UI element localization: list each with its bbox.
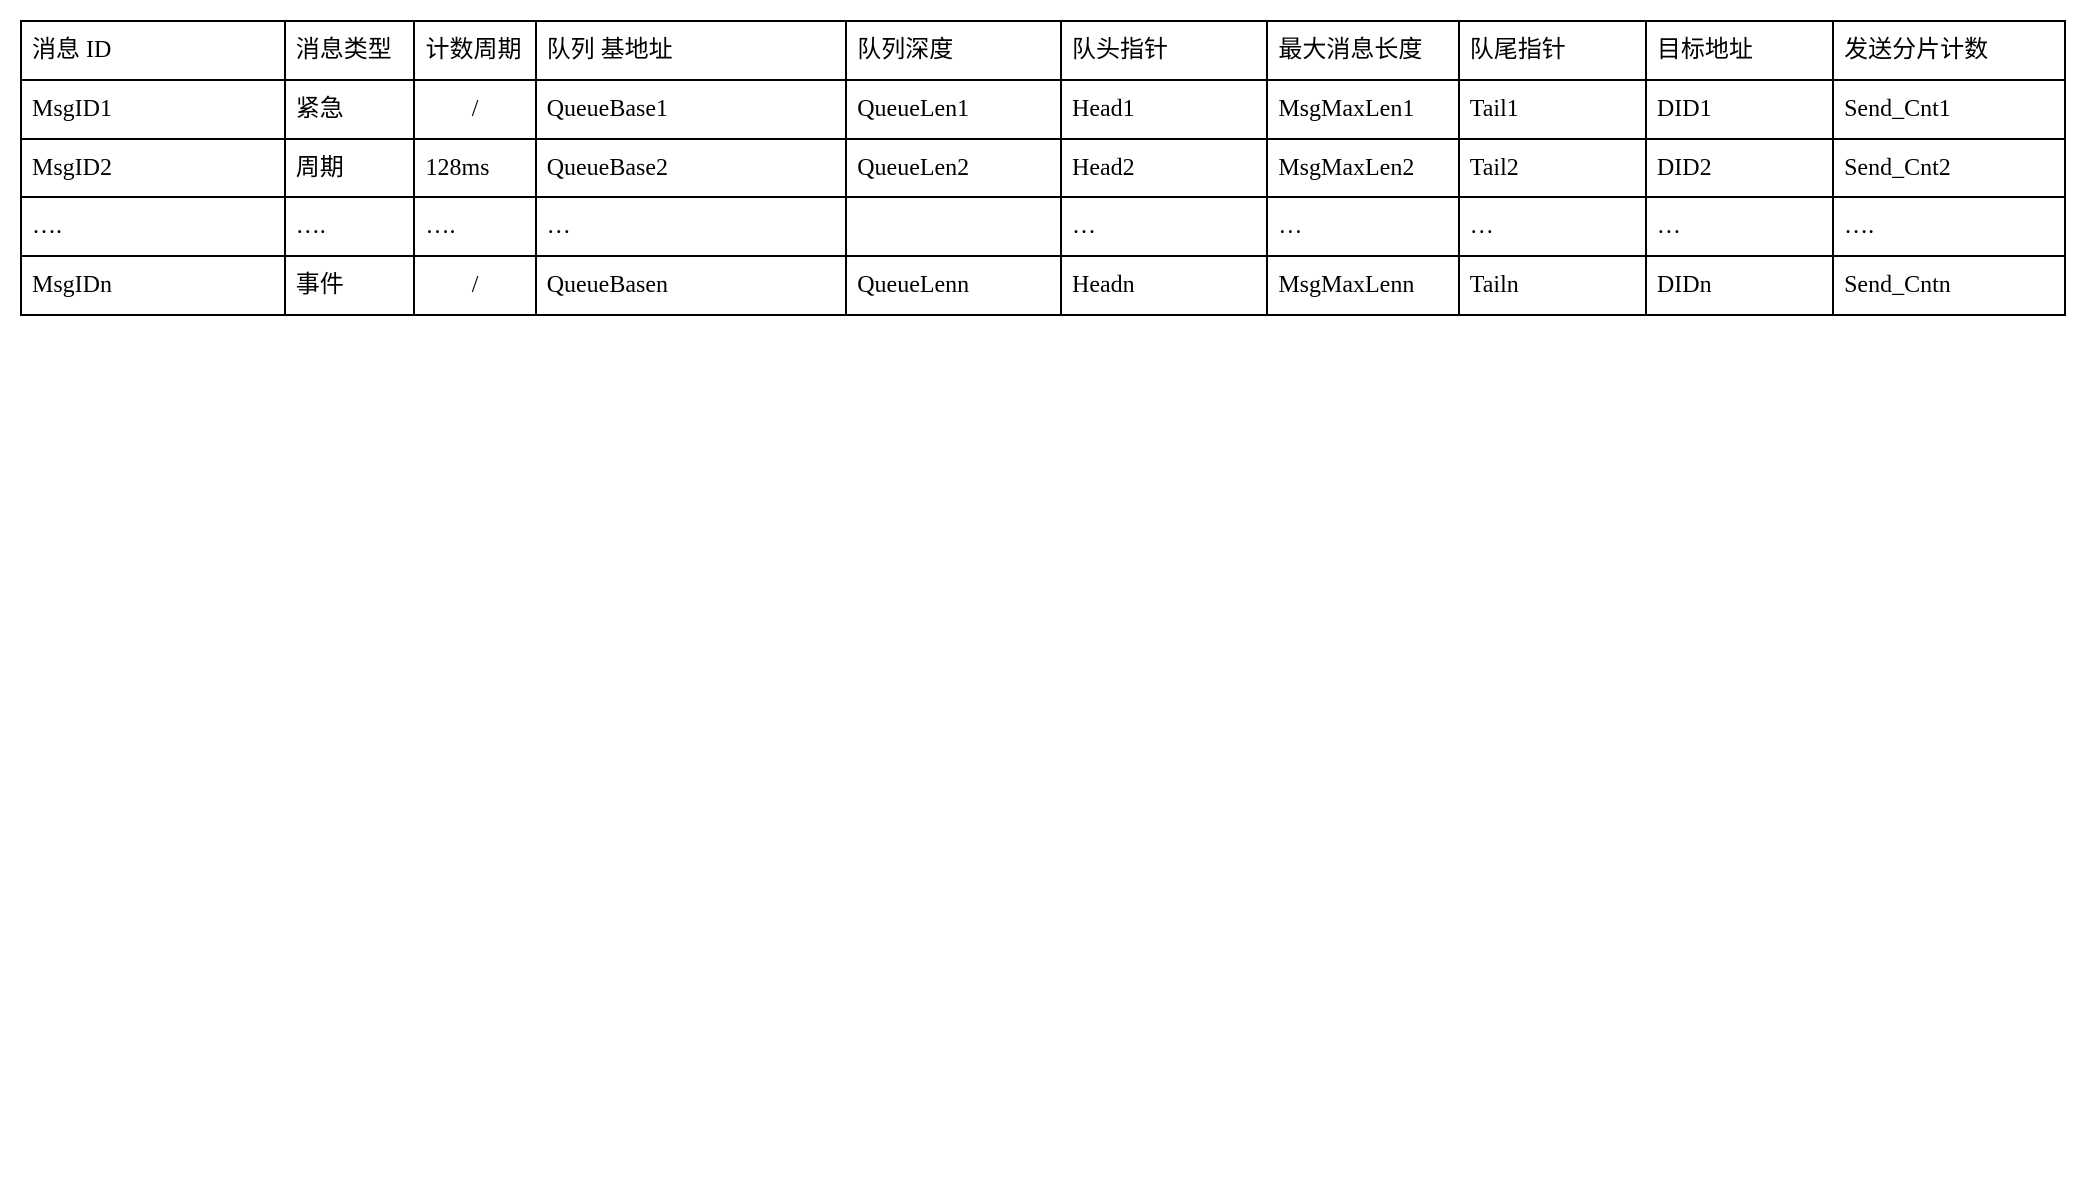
- cell-send-cnt: ….: [1833, 197, 2065, 256]
- cell-msg-id: MsgID2: [21, 139, 285, 198]
- header-send-frag-count: 发送分片计数: [1833, 21, 2065, 80]
- cell-count-period: 128ms: [414, 139, 535, 198]
- cell-head: Head1: [1061, 80, 1267, 139]
- cell-queue-base: …: [536, 197, 847, 256]
- message-descriptor-table: 消息 ID 消息类型 计数周期 队列 基地址 队列深度 队头指针 最大消息长度 …: [20, 20, 2066, 316]
- cell-queue-base: QueueBasen: [536, 256, 847, 315]
- cell-msg-id: ….: [21, 197, 285, 256]
- cell-count-period: /: [414, 80, 535, 139]
- table-row: MsgID2 周期 128ms QueueBase2 QueueLen2 Hea…: [21, 139, 2065, 198]
- cell-msg-type: 紧急: [285, 80, 415, 139]
- cell-tail: …: [1459, 197, 1646, 256]
- cell-tail: Tailn: [1459, 256, 1646, 315]
- header-count-period: 计数周期: [414, 21, 535, 80]
- cell-did: DIDn: [1646, 256, 1833, 315]
- cell-msg-type: 事件: [285, 256, 415, 315]
- cell-msg-type: 周期: [285, 139, 415, 198]
- cell-send-cnt: Send_Cnt1: [1833, 80, 2065, 139]
- cell-queue-len: [846, 197, 1061, 256]
- cell-send-cnt: Send_Cnt2: [1833, 139, 2065, 198]
- cell-msg-max-len: …: [1267, 197, 1458, 256]
- cell-tail: Tail2: [1459, 139, 1646, 198]
- table-header-row: 消息 ID 消息类型 计数周期 队列 基地址 队列深度 队头指针 最大消息长度 …: [21, 21, 2065, 80]
- cell-queue-base: QueueBase1: [536, 80, 847, 139]
- cell-count-period: ….: [414, 197, 535, 256]
- header-msg-type: 消息类型: [285, 21, 415, 80]
- cell-head: …: [1061, 197, 1267, 256]
- cell-count-period: /: [414, 256, 535, 315]
- cell-msg-max-len: MsgMaxLen1: [1267, 80, 1458, 139]
- table-row: …. …. …. … … … … … ….: [21, 197, 2065, 256]
- cell-msg-max-len: MsgMaxLen2: [1267, 139, 1458, 198]
- cell-msg-id: MsgID1: [21, 80, 285, 139]
- cell-msg-id: MsgIDn: [21, 256, 285, 315]
- header-head-ptr: 队头指针: [1061, 21, 1267, 80]
- table-row: MsgID1 紧急 / QueueBase1 QueueLen1 Head1 M…: [21, 80, 2065, 139]
- cell-queue-base: QueueBase2: [536, 139, 847, 198]
- header-msg-max-len: 最大消息长度: [1267, 21, 1458, 80]
- cell-head: Head2: [1061, 139, 1267, 198]
- cell-did: DID2: [1646, 139, 1833, 198]
- header-msg-id: 消息 ID: [21, 21, 285, 80]
- cell-tail: Tail1: [1459, 80, 1646, 139]
- cell-queue-len: QueueLen1: [846, 80, 1061, 139]
- header-queue-base: 队列 基地址: [536, 21, 847, 80]
- header-target-addr: 目标地址: [1646, 21, 1833, 80]
- cell-did: …: [1646, 197, 1833, 256]
- table-row: MsgIDn 事件 / QueueBasen QueueLenn Headn M…: [21, 256, 2065, 315]
- cell-msg-max-len: MsgMaxLenn: [1267, 256, 1458, 315]
- cell-did: DID1: [1646, 80, 1833, 139]
- cell-send-cnt: Send_Cntn: [1833, 256, 2065, 315]
- header-queue-len: 队列深度: [846, 21, 1061, 80]
- cell-head: Headn: [1061, 256, 1267, 315]
- cell-msg-type: ….: [285, 197, 415, 256]
- cell-queue-len: QueueLenn: [846, 256, 1061, 315]
- header-tail-ptr: 队尾指针: [1459, 21, 1646, 80]
- cell-queue-len: QueueLen2: [846, 139, 1061, 198]
